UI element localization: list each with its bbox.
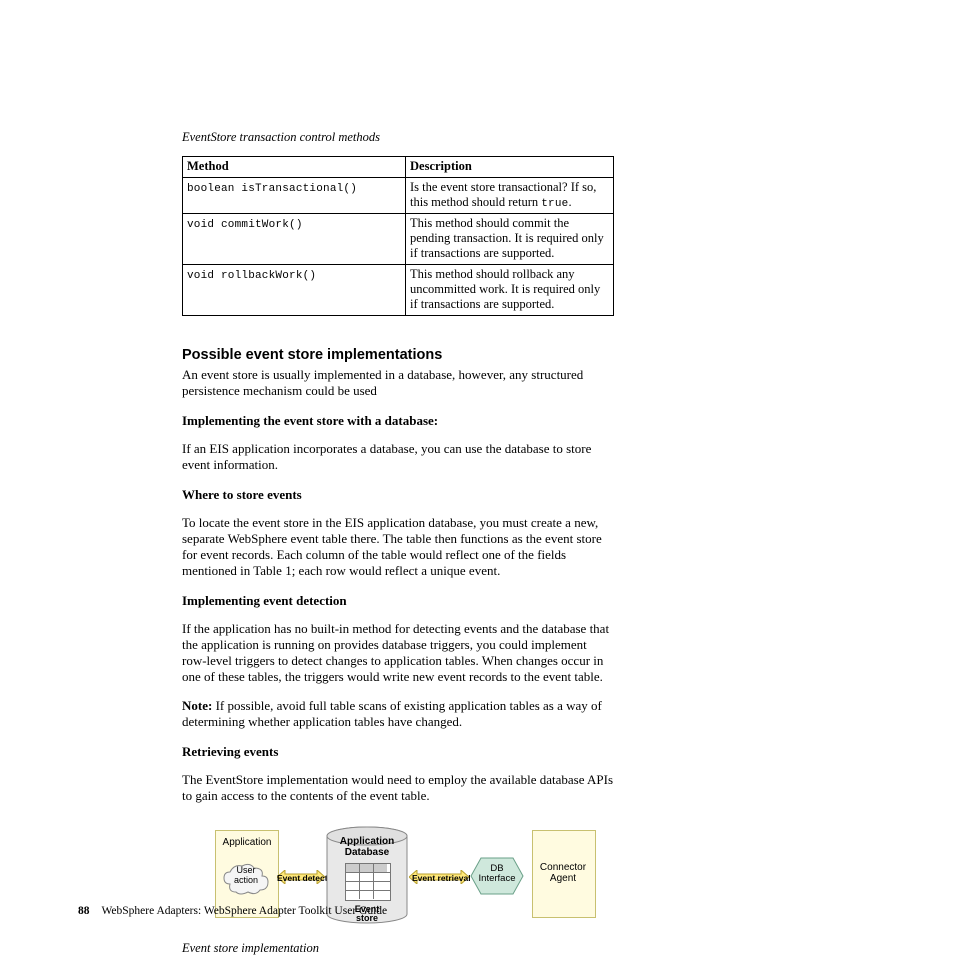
table-row: void rollbackWork() This method should r… <box>183 265 614 316</box>
page-footer: 88 WebSphere Adapters: WebSphere Adapter … <box>78 905 387 917</box>
description-cell: Is the event store transactional? If so,… <box>406 178 614 214</box>
table-caption: EventStore transaction control methods <box>182 130 809 145</box>
user-action-label: Useraction <box>222 866 270 886</box>
description-cell: This method should rollback any uncommit… <box>406 265 614 316</box>
connector-label: ConnectorAgent <box>532 862 594 885</box>
footer-text: WebSphere Adapters: WebSphere Adapter To… <box>102 905 388 917</box>
method-cell: void commitWork() <box>187 219 303 231</box>
intro-text: An event store is usually implemented in… <box>182 367 614 399</box>
header-method: Method <box>183 157 406 178</box>
table-row: void commitWork() This method should com… <box>183 214 614 265</box>
method-cell: void rollbackWork() <box>187 270 316 282</box>
sub-heading: Implementing event detection <box>182 593 614 609</box>
body-text: If an EIS application incorporates a dat… <box>182 441 614 473</box>
body-text: If the application has no built-in metho… <box>182 621 614 685</box>
note-label: Note: <box>182 698 212 713</box>
page-number: 88 <box>78 905 90 917</box>
methods-table: Method Description boolean isTransaction… <box>182 156 614 316</box>
note-text: Note: If possible, avoid full table scan… <box>182 698 614 730</box>
description-cell: This method should commit the pending tr… <box>406 214 614 265</box>
database-label: ApplicationDatabase <box>325 836 409 858</box>
document-page: EventStore transaction control methods M… <box>0 0 954 954</box>
sub-heading: Retrieving events <box>182 744 614 760</box>
event-table-icon <box>345 863 391 901</box>
event-retrieval-label: Event retrieval <box>412 873 471 883</box>
db-interface-label: DBInterface <box>469 864 525 885</box>
method-cell: boolean isTransactional() <box>187 183 357 195</box>
body-text: To locate the event store in the EIS app… <box>182 515 614 579</box>
sub-heading: Where to store events <box>182 487 614 503</box>
section-heading: Possible event store implementations <box>182 347 809 363</box>
header-description: Description <box>406 157 614 178</box>
table-row: boolean isTransactional() Is the event s… <box>183 178 614 214</box>
table-header-row: Method Description <box>183 157 614 178</box>
application-label: Application <box>216 837 278 848</box>
sub-heading: Implementing the event store with a data… <box>182 413 614 429</box>
body-text: The EventStore implementation would need… <box>182 772 614 804</box>
figure-caption: Event store implementation <box>182 941 809 956</box>
